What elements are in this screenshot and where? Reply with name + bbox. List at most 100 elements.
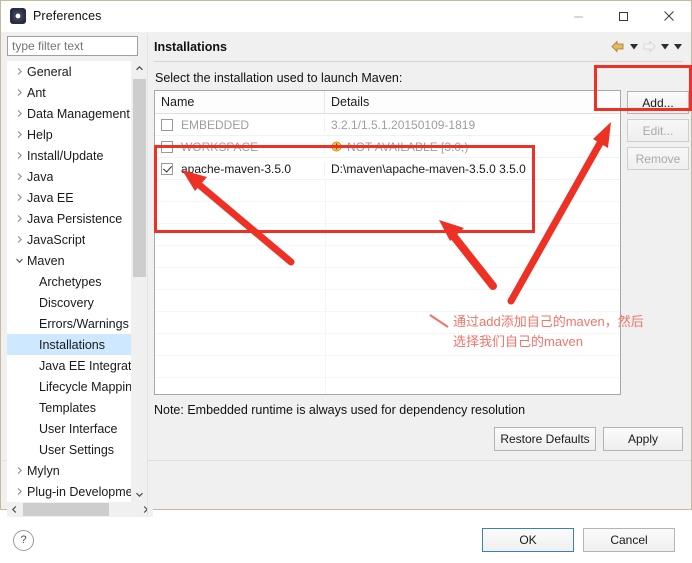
row-checkbox[interactable]	[160, 140, 173, 153]
restore-defaults-label: Restore Defaults	[500, 432, 590, 446]
sidebar-item-java-persistence[interactable]: Java Persistence	[7, 208, 131, 229]
chevron-right-icon[interactable]	[11, 67, 27, 76]
chevron-right-icon[interactable]	[11, 193, 27, 202]
table-empty-row	[154, 268, 620, 290]
row-checkbox[interactable]	[160, 118, 173, 131]
table-empty-cell	[155, 312, 326, 333]
chevron-right-icon[interactable]	[11, 88, 27, 97]
table-empty-row	[155, 378, 620, 394]
sidebar-item-label: Help	[27, 127, 53, 142]
preferences-tree[interactable]: General Ant Data Management Help Install/Upd…	[7, 61, 131, 502]
sidebar-item-lifecycle-mappings[interactable]: Lifecycle Mappings	[7, 376, 131, 397]
chevron-right-icon[interactable]	[11, 109, 27, 118]
remove-button[interactable]: Remove	[626, 147, 689, 170]
help-icon[interactable]: ?	[13, 529, 34, 551]
table-empty-cell	[155, 246, 326, 267]
view-menu-caret-down-icon[interactable]	[672, 39, 683, 55]
chevron-right-icon[interactable]	[11, 235, 27, 244]
pane-nav-icons	[610, 39, 683, 55]
sidebar-item-label: General	[27, 64, 72, 79]
back-history-caret-down-icon[interactable]	[628, 39, 639, 55]
filter-input[interactable]	[7, 36, 138, 56]
sidebar-item-installations[interactable]: Installations	[7, 334, 131, 355]
sidebar-item-data-management[interactable]: Data Management	[7, 103, 131, 124]
apply-button[interactable]: Apply	[603, 427, 683, 451]
installations-table[interactable]: Name Details EMBEDDED 3.2.1/1.5.1.2015010…	[153, 90, 621, 395]
installations-table-area: Name Details EMBEDDED 3.2.1/1.5.1.2015010…	[153, 90, 689, 395]
table-body: EMBEDDED 3.2.1/1.5.1.20150109-1819 WORKSPA…	[154, 114, 620, 180]
chevron-right-icon[interactable]	[11, 151, 27, 160]
chevron-right-icon[interactable]	[11, 172, 27, 181]
sidebar-item-user-settings[interactable]: User Settings	[7, 439, 131, 460]
sidebar-item-archetypes[interactable]: Archetypes	[7, 271, 131, 292]
sidebar-item-install-update[interactable]: Install/Update	[7, 145, 131, 166]
sidebar-item-java-ee-integration[interactable]: Java EE Integration	[7, 355, 131, 376]
pane-description: Select the installation used to launch M…	[154, 71, 403, 85]
column-header-details[interactable]: Details	[325, 91, 620, 113]
table-row[interactable]: apache-maven-3.5.0 D:\maven\apache-maven-…	[154, 158, 620, 180]
sidebar-item-plug-in-development[interactable]: Plug-in Development	[7, 481, 131, 502]
tree-scroll-thumb[interactable]	[133, 79, 146, 277]
chevron-down-icon[interactable]	[132, 487, 147, 502]
edit-button[interactable]: Edit...	[626, 119, 689, 142]
sidebar-item-general[interactable]: General	[7, 61, 131, 82]
preferences-tree-wrapper: General Ant Data Management Help Install/Upd…	[7, 61, 147, 502]
maximize-button[interactable]	[601, 1, 646, 31]
table-empty-cell	[155, 334, 326, 355]
minimize-button[interactable]	[556, 1, 601, 31]
forward-arrow-icon[interactable]	[641, 39, 657, 55]
row-details: NOT AVAILABLE [3.0,)	[346, 139, 469, 154]
table-empty-rows	[154, 180, 620, 394]
chevron-right-icon[interactable]	[11, 487, 27, 496]
table-empty-row	[154, 334, 620, 356]
tree-vertical-scrollbar[interactable]	[131, 61, 147, 502]
table-row[interactable]: EMBEDDED 3.2.1/1.5.1.20150109-1819	[154, 114, 620, 136]
close-button[interactable]	[646, 1, 691, 31]
chevron-right-icon[interactable]	[11, 130, 27, 139]
pane-header: Installations	[153, 32, 683, 62]
ok-label: OK	[519, 533, 537, 547]
sidebar-item-ant[interactable]: Ant	[7, 82, 131, 103]
row-details: 3.2.1/1.5.1.20150109-1819	[330, 117, 476, 132]
dialog-buttons: OK Cancel	[482, 528, 675, 552]
sidebar-item-help[interactable]: Help	[7, 124, 131, 145]
sidebar-item-templates[interactable]: Templates	[7, 397, 131, 418]
sidebar-item-java[interactable]: Java	[7, 166, 131, 187]
warning-icon	[331, 141, 342, 152]
chevron-up-icon[interactable]	[132, 61, 147, 76]
ok-button[interactable]: OK	[482, 528, 574, 552]
forward-history-caret-down-icon[interactable]	[659, 39, 670, 55]
sidebar-item-maven[interactable]: Maven	[7, 250, 131, 271]
sidebar-item-label: Errors/Warnings	[39, 316, 129, 331]
chevron-right-icon[interactable]	[11, 214, 27, 223]
window-title: Preferences	[33, 9, 102, 23]
sidebar-item-errors-warnings[interactable]: Errors/Warnings	[7, 313, 131, 334]
table-empty-row	[154, 312, 620, 334]
table-empty-row	[154, 224, 620, 246]
sidebar-item-user-interface[interactable]: User Interface	[7, 418, 131, 439]
sidebar-item-discovery[interactable]: Discovery	[7, 292, 131, 313]
sidebar-item-mylyn[interactable]: Mylyn	[7, 460, 131, 481]
column-header-name[interactable]: Name	[155, 91, 325, 113]
dialog-body: General Ant Data Management Help Install/Upd…	[1, 32, 691, 517]
page-title: Installations	[153, 39, 227, 54]
add-button[interactable]: Add...	[626, 91, 689, 114]
cancel-button[interactable]: Cancel	[583, 528, 675, 552]
cancel-label: Cancel	[610, 533, 648, 547]
table-row[interactable]: WORKSPACE NOT AVAILABLE [3.0,)	[154, 136, 620, 158]
restore-defaults-button[interactable]: Restore Defaults	[494, 427, 596, 451]
tree-scroll-track[interactable]	[132, 76, 147, 487]
back-arrow-icon[interactable]	[610, 39, 626, 55]
sidebar-item-label: JavaScript	[27, 232, 86, 247]
sidebar-item-label: Mylyn	[27, 463, 60, 478]
sidebar-item-javascript[interactable]: JavaScript	[7, 229, 131, 250]
preferences-window: Preferences General Ant Data Management Hel…	[0, 0, 692, 552]
table-empty-cell	[155, 378, 326, 394]
sidebar-item-label: Install/Update	[27, 148, 104, 163]
window-controls	[556, 1, 691, 31]
sidebar-item-java-ee[interactable]: Java EE	[7, 187, 131, 208]
chevron-right-icon[interactable]	[11, 466, 27, 475]
chevron-down-icon[interactable]	[11, 256, 27, 265]
table-header-row: Name Details	[154, 91, 620, 114]
row-checkbox[interactable]	[160, 162, 173, 175]
